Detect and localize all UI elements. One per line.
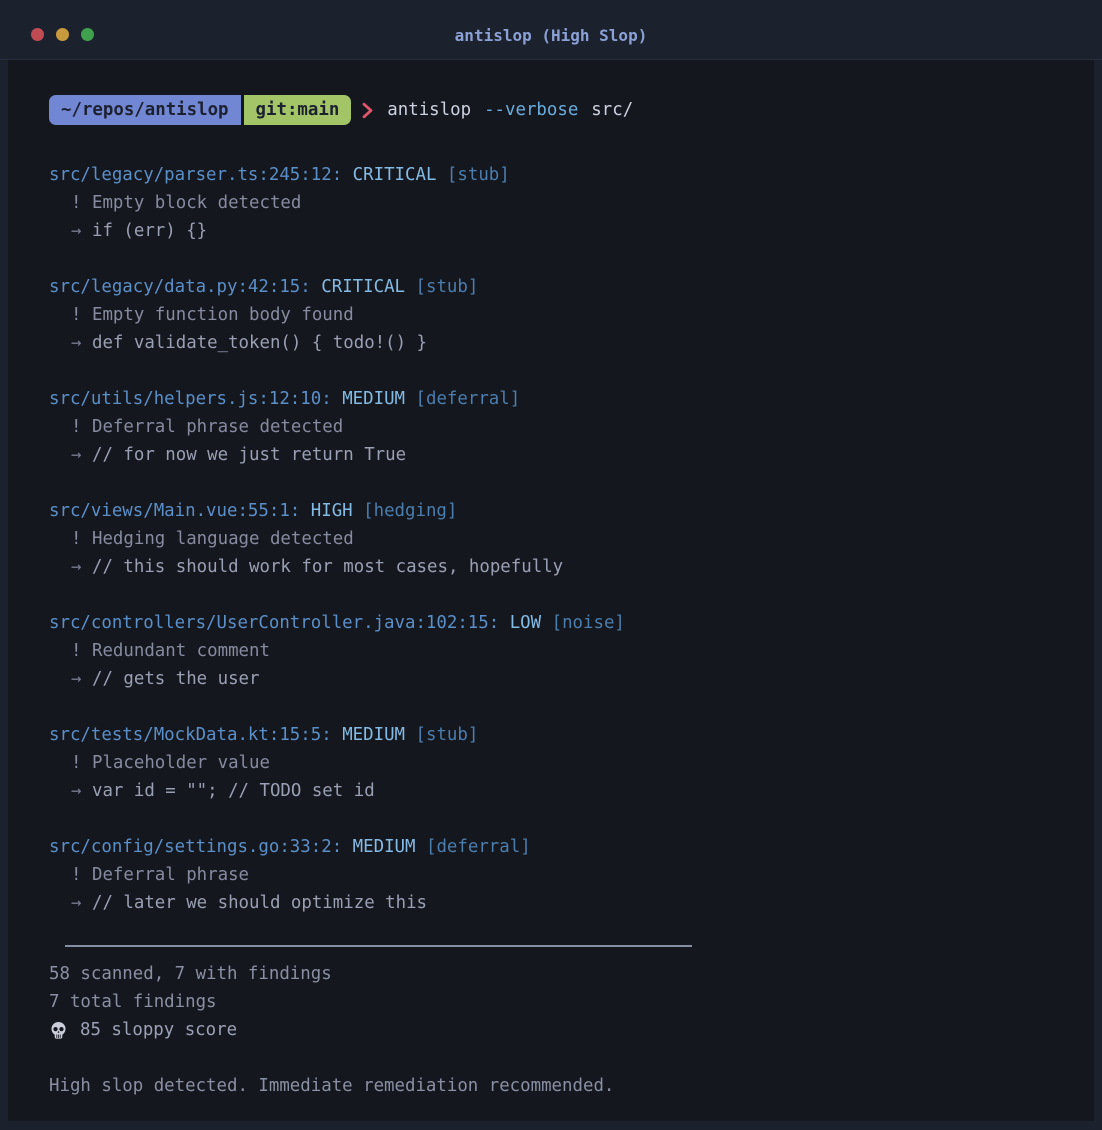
finding-message: Hedging language detected bbox=[92, 529, 354, 549]
finding-message-line: ! Empty block detected bbox=[49, 189, 1094, 217]
command-text: antislop bbox=[387, 100, 471, 120]
sloppy-score-line: 85 sloppy score bbox=[49, 1016, 1094, 1044]
total-findings-summary: 7 total findings bbox=[49, 988, 1094, 1016]
findings-list: src/legacy/parser.ts:245:12: CRITICAL [s… bbox=[49, 161, 1094, 917]
finding-arrow-icon: → bbox=[71, 333, 81, 353]
finding-code-line: → if (err) {} bbox=[49, 217, 1094, 245]
finding-header: src/legacy/parser.ts:245:12: CRITICAL [s… bbox=[49, 161, 1094, 189]
finding-location: src/views/Main.vue:55:1: bbox=[49, 501, 300, 521]
finding-message-line: ! Redundant comment bbox=[49, 637, 1094, 665]
finding-code: // for now we just return True bbox=[92, 445, 406, 465]
finding-code: // this should work for most cases, hope… bbox=[92, 557, 563, 577]
finding-severity: MEDIUM bbox=[353, 837, 416, 857]
finding-severity: CRITICAL bbox=[353, 165, 437, 185]
finding-message-line: ! Deferral phrase bbox=[49, 861, 1094, 889]
finding-bang-icon: ! bbox=[71, 529, 81, 549]
prompt-chevron-icon bbox=[361, 101, 374, 120]
finding-tag: [hedging] bbox=[363, 501, 457, 521]
finding-tag: [stub] bbox=[416, 725, 479, 745]
terminal-window: antislop (High Slop) ~/repos/antislop gi… bbox=[0, 0, 1102, 1130]
finding-message: Deferral phrase detected bbox=[92, 417, 343, 437]
finding-severity: LOW bbox=[510, 613, 541, 633]
finding-severity: MEDIUM bbox=[342, 725, 405, 745]
finding-block: src/controllers/UserController.java:102:… bbox=[49, 609, 1094, 693]
finding-severity: HIGH bbox=[311, 501, 353, 521]
finding-block: src/views/Main.vue:55:1: HIGH [hedging] … bbox=[49, 497, 1094, 581]
finding-arrow-icon: → bbox=[71, 669, 81, 689]
verdict-text: High slop detected. Immediate remediatio… bbox=[49, 1072, 1094, 1100]
finding-message: Deferral phrase bbox=[92, 865, 249, 885]
command-flag: --verbose bbox=[484, 100, 578, 120]
finding-code-line: → var id = ""; // TODO set id bbox=[49, 777, 1094, 805]
finding-severity: MEDIUM bbox=[342, 389, 405, 409]
finding-tag: [stub] bbox=[416, 277, 479, 297]
finding-message-line: ! Hedging language detected bbox=[49, 525, 1094, 553]
titlebar: antislop (High Slop) bbox=[0, 0, 1102, 60]
finding-location: src/utils/helpers.js:12:10: bbox=[49, 389, 332, 409]
finding-location: src/legacy/parser.ts:245:12: bbox=[49, 165, 342, 185]
finding-tag: [noise] bbox=[552, 613, 625, 633]
scanned-summary: 58 scanned, 7 with findings bbox=[49, 960, 1094, 988]
finding-location: src/legacy/data.py:42:15: bbox=[49, 277, 311, 297]
summary-divider bbox=[65, 945, 692, 947]
finding-arrow-icon: → bbox=[71, 221, 81, 241]
finding-severity: CRITICAL bbox=[321, 277, 405, 297]
finding-tag: [deferral] bbox=[426, 837, 531, 857]
finding-arrow-icon: → bbox=[71, 557, 81, 577]
finding-tag: [stub] bbox=[447, 165, 510, 185]
finding-message: Empty function body found bbox=[92, 305, 354, 325]
finding-header: src/utils/helpers.js:12:10: MEDIUM [defe… bbox=[49, 385, 1094, 413]
finding-message-line: ! Placeholder value bbox=[49, 749, 1094, 777]
terminal-content[interactable]: ~/repos/antislop git:main antislop --ver… bbox=[8, 60, 1094, 1121]
finding-message: Placeholder value bbox=[92, 753, 270, 773]
finding-bang-icon: ! bbox=[71, 417, 81, 437]
finding-message-line: ! Deferral phrase detected bbox=[49, 413, 1094, 441]
finding-code: if (err) {} bbox=[92, 221, 207, 241]
finding-bang-icon: ! bbox=[71, 305, 81, 325]
finding-code-line: → def validate_token() { todo!() } bbox=[49, 329, 1094, 357]
sloppy-score-text: 85 sloppy score bbox=[80, 1016, 237, 1044]
finding-code: // later we should optimize this bbox=[92, 893, 427, 913]
finding-bang-icon: ! bbox=[71, 753, 81, 773]
cwd-badge: ~/repos/antislop bbox=[49, 95, 241, 125]
finding-block: src/tests/MockData.kt:15:5: MEDIUM [stub… bbox=[49, 721, 1094, 805]
finding-block: src/config/settings.go:33:2: MEDIUM [def… bbox=[49, 833, 1094, 917]
finding-code-line: → // gets the user bbox=[49, 665, 1094, 693]
finding-code-line: → // for now we just return True bbox=[49, 441, 1094, 469]
finding-bang-icon: ! bbox=[71, 641, 81, 661]
finding-message: Empty block detected bbox=[92, 193, 301, 213]
finding-bang-icon: ! bbox=[71, 193, 81, 213]
finding-header: src/config/settings.go:33:2: MEDIUM [def… bbox=[49, 833, 1094, 861]
finding-header: src/tests/MockData.kt:15:5: MEDIUM [stub… bbox=[49, 721, 1094, 749]
finding-arrow-icon: → bbox=[71, 445, 81, 465]
git-branch-badge: git:main bbox=[244, 95, 352, 125]
command-arg: src/ bbox=[591, 100, 633, 120]
finding-code: // gets the user bbox=[92, 669, 260, 689]
finding-header: src/legacy/data.py:42:15: CRITICAL [stub… bbox=[49, 273, 1094, 301]
finding-location: src/config/settings.go:33:2: bbox=[49, 837, 342, 857]
window-title: antislop (High Slop) bbox=[0, 26, 1102, 45]
finding-header: src/views/Main.vue:55:1: HIGH [hedging] bbox=[49, 497, 1094, 525]
finding-arrow-icon: → bbox=[71, 893, 81, 913]
finding-block: src/legacy/parser.ts:245:12: CRITICAL [s… bbox=[49, 161, 1094, 245]
finding-code: var id = ""; // TODO set id bbox=[92, 781, 375, 801]
finding-code-line: → // this should work for most cases, ho… bbox=[49, 553, 1094, 581]
finding-code: def validate_token() { todo!() } bbox=[92, 333, 427, 353]
skull-icon bbox=[49, 1021, 68, 1040]
finding-block: src/legacy/data.py:42:15: CRITICAL [stub… bbox=[49, 273, 1094, 357]
finding-header: src/controllers/UserController.java:102:… bbox=[49, 609, 1094, 637]
finding-arrow-icon: → bbox=[71, 781, 81, 801]
finding-location: src/controllers/UserController.java:102:… bbox=[49, 613, 499, 633]
finding-message: Redundant comment bbox=[92, 641, 270, 661]
finding-code-line: → // later we should optimize this bbox=[49, 889, 1094, 917]
finding-block: src/utils/helpers.js:12:10: MEDIUM [defe… bbox=[49, 385, 1094, 469]
finding-message-line: ! Empty function body found bbox=[49, 301, 1094, 329]
finding-tag: [deferral] bbox=[416, 389, 521, 409]
summary-section: 58 scanned, 7 with findings 7 total find… bbox=[49, 960, 1094, 1044]
finding-location: src/tests/MockData.kt:15:5: bbox=[49, 725, 332, 745]
finding-bang-icon: ! bbox=[71, 865, 81, 885]
prompt-line: ~/repos/antislop git:main antislop --ver… bbox=[49, 95, 1094, 125]
